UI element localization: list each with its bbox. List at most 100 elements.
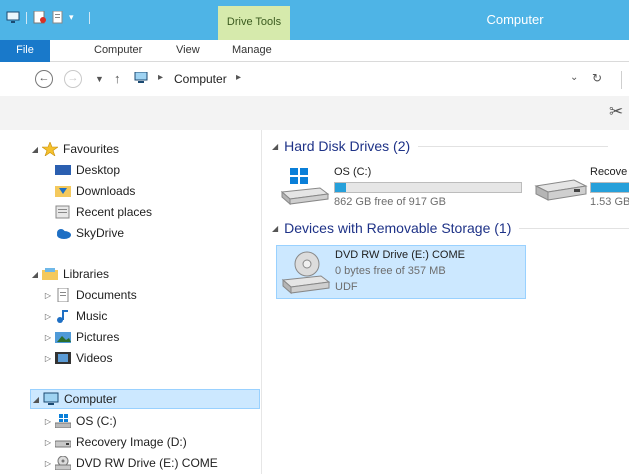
libraries-icon xyxy=(42,267,58,281)
windows-drive-icon xyxy=(280,166,330,209)
tab-file[interactable]: File xyxy=(0,40,50,62)
drive-filesystem: UDF xyxy=(335,281,358,293)
customize-toolbar-icon[interactable]: ▾ xyxy=(69,11,83,24)
computer-icon[interactable] xyxy=(6,11,20,24)
expand-arrow-icon[interactable]: ▷ xyxy=(43,312,53,321)
drive-tile-recovery[interactable]: Recove 1.53 GB xyxy=(532,162,629,210)
nav-item-label: SkyDrive xyxy=(76,226,125,240)
nav-item-videos[interactable]: ▷ Videos xyxy=(43,348,113,368)
nav-item-label: Downloads xyxy=(76,184,136,198)
recent-places-icon xyxy=(55,205,71,219)
computer-icon xyxy=(134,71,148,84)
properties-icon[interactable] xyxy=(33,10,47,24)
ribbon-tabs: File Computer View Manage xyxy=(0,40,629,62)
quick-access-toolbar: ▾ xyxy=(6,10,92,24)
toolbar-separator xyxy=(26,11,27,24)
downloads-folder-icon xyxy=(55,184,71,198)
drive-free-space: 0 bytes free of 357 MB xyxy=(335,265,446,277)
hard-drive-icon xyxy=(534,172,588,209)
forward-button[interactable]: → xyxy=(64,70,82,88)
nav-libraries[interactable]: ◢ Libraries xyxy=(30,264,109,284)
tab-manage[interactable]: Manage xyxy=(232,40,272,62)
collapse-arrow-icon[interactable]: ◢ xyxy=(272,142,278,151)
computer-icon xyxy=(43,392,59,406)
address-bar[interactable]: ▸ Computer ▸ ⌄ ↻ xyxy=(130,67,622,91)
videos-icon xyxy=(55,351,71,365)
tab-view[interactable]: View xyxy=(176,40,200,62)
expand-arrow-icon[interactable]: ▷ xyxy=(43,291,53,300)
nav-item-label: Recent places xyxy=(76,205,153,219)
music-icon xyxy=(55,309,71,323)
nav-item-dvd-e[interactable]: ▷ DVD RW Drive (E:) COME xyxy=(43,453,218,473)
up-button[interactable]: ↑ xyxy=(114,71,121,86)
breadcrumb-computer[interactable]: Computer xyxy=(174,72,227,86)
nav-item-label: Recovery Image (D:) xyxy=(76,435,187,449)
nav-item-os-c[interactable]: ▷ OS (C:) xyxy=(43,411,117,431)
address-dropdown-icon[interactable]: ⌄ xyxy=(570,72,578,83)
new-folder-icon[interactable] xyxy=(51,10,65,24)
breadcrumb-chevron-icon[interactable]: ▸ xyxy=(236,72,241,83)
expand-arrow-icon[interactable]: ▷ xyxy=(43,354,53,363)
expand-arrow-icon[interactable]: ▷ xyxy=(43,459,53,468)
nav-item-music[interactable]: ▷ Music xyxy=(43,306,107,326)
nav-item-desktop[interactable]: Desktop xyxy=(55,160,120,180)
nav-item-downloads[interactable]: Downloads xyxy=(55,181,135,201)
group-header-removable-storage[interactable]: ◢ Devices with Removable Storage (1) xyxy=(272,220,629,236)
windows-drive-icon xyxy=(54,414,72,429)
back-button[interactable]: ← xyxy=(35,70,53,88)
star-icon xyxy=(41,141,59,157)
nav-item-documents[interactable]: ▷ Documents xyxy=(43,285,137,305)
navigation-pane: ◢ Favourites Desktop Downloads Recent pl… xyxy=(0,130,262,474)
nav-computer-label: Computer xyxy=(64,392,117,406)
nav-item-label: Videos xyxy=(76,351,113,365)
address-divider xyxy=(621,71,622,89)
group-divider xyxy=(519,227,629,229)
nav-item-label: Music xyxy=(76,309,108,323)
nav-favourites[interactable]: ◢ Favourites xyxy=(30,139,119,159)
expand-arrow-icon[interactable]: ▷ xyxy=(43,333,53,342)
drive-name: OS (C:) xyxy=(334,166,372,178)
collapse-arrow-icon[interactable]: ◢ xyxy=(30,145,40,154)
drive-name: Recove xyxy=(590,166,628,178)
expand-arrow-icon[interactable]: ▷ xyxy=(43,438,53,447)
title-bar: ▾ Drive Tools Computer xyxy=(0,0,629,40)
expand-arrow-icon[interactable]: ▷ xyxy=(43,417,53,426)
tab-computer[interactable]: Computer xyxy=(94,40,142,62)
drive-tools-contextual-tab[interactable]: Drive Tools xyxy=(218,6,290,40)
nav-favourites-label: Favourites xyxy=(63,142,120,156)
drive-tile-dvd-e[interactable]: DVD RW Drive (E:) COME 0 bytes free of 3… xyxy=(276,245,526,299)
dvd-drive-icon xyxy=(54,455,72,471)
group-header-hard-disk-drives[interactable]: ◢ Hard Disk Drives (2) xyxy=(272,138,609,154)
address-row: ← → ▼ ↑ ▸ Computer ▸ ⌄ ↻ xyxy=(0,62,629,96)
drive-usage-bar xyxy=(334,182,522,193)
group-header-label: Devices with Removable Storage (1) xyxy=(284,220,512,236)
nav-computer[interactable]: ◢ Computer xyxy=(30,389,260,409)
refresh-icon[interactable]: ↻ xyxy=(592,71,602,85)
group-header-label: Hard Disk Drives (2) xyxy=(284,138,411,154)
nav-item-label: Documents xyxy=(76,288,137,302)
nav-libraries-label: Libraries xyxy=(63,267,110,281)
nav-item-recovery-d[interactable]: ▷ Recovery Image (D:) xyxy=(43,432,187,452)
nav-item-skydrive[interactable]: SkyDrive xyxy=(55,223,124,243)
pictures-icon xyxy=(55,330,71,344)
collapse-arrow-icon[interactable]: ◢ xyxy=(30,270,40,279)
nav-item-label: DVD RW Drive (E:) COME xyxy=(76,456,218,470)
documents-icon xyxy=(55,287,71,303)
breadcrumb-chevron-icon[interactable]: ▸ xyxy=(158,72,163,83)
cut-icon[interactable]: ✂ xyxy=(609,102,623,122)
nav-item-label: OS (C:) xyxy=(76,414,117,428)
nav-item-pictures[interactable]: ▷ Pictures xyxy=(43,327,119,347)
recent-locations-chevron-icon[interactable]: ▼ xyxy=(95,74,104,84)
desktop-icon xyxy=(55,163,71,177)
collapse-arrow-icon[interactable]: ◢ xyxy=(31,395,41,404)
group-divider xyxy=(418,145,609,147)
toolbar-separator xyxy=(89,11,90,24)
nav-item-label: Desktop xyxy=(76,163,121,177)
nav-item-recent-places[interactable]: Recent places xyxy=(55,202,152,222)
drive-tile-os-c[interactable]: OS (C:) 862 GB free of 917 GB xyxy=(276,162,526,210)
content-pane: ◢ Hard Disk Drives (2) OS (C:) 862 GB fr… xyxy=(262,130,629,474)
drive-name: DVD RW Drive (E:) COME xyxy=(335,249,465,261)
ribbon-strip: ✂ xyxy=(0,96,629,130)
nav-item-label: Pictures xyxy=(76,330,120,344)
collapse-arrow-icon[interactable]: ◢ xyxy=(272,224,278,233)
